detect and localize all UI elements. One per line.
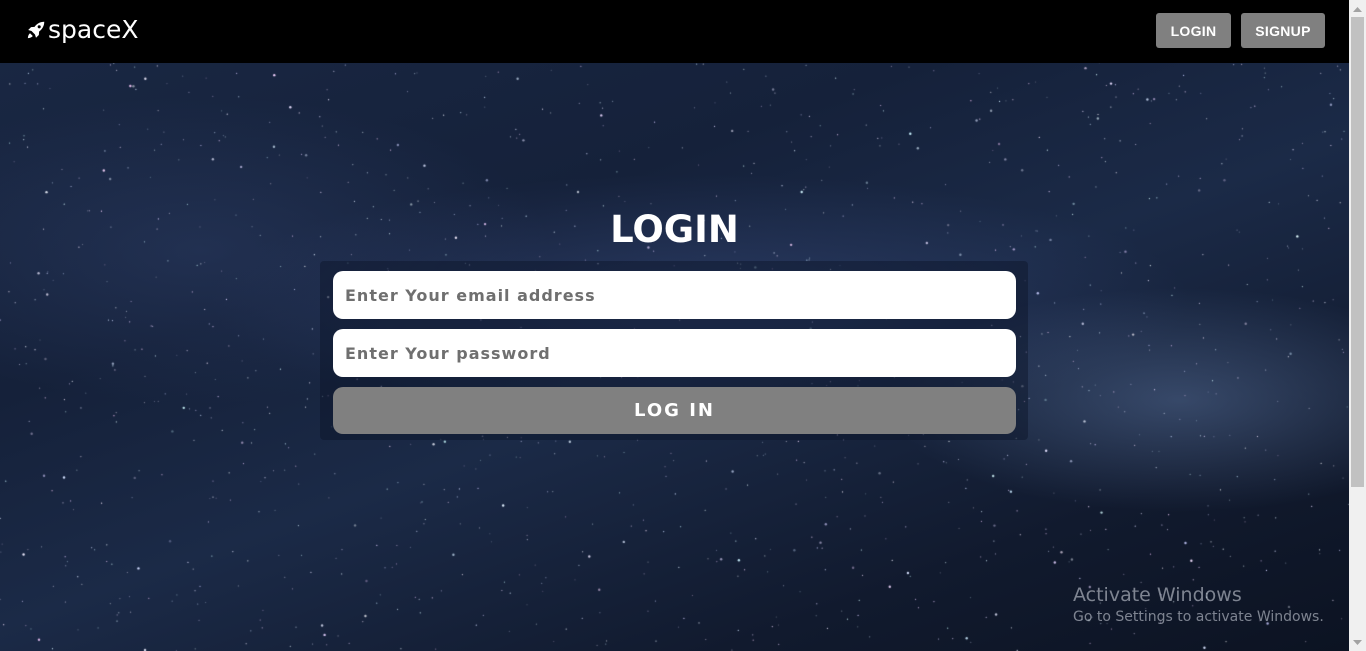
vertical-scrollbar[interactable] — [1349, 0, 1366, 651]
brand-name: spaceX — [48, 15, 139, 44]
nav-signup-button[interactable]: SIGNUP — [1241, 13, 1325, 48]
password-input[interactable] — [333, 329, 1016, 377]
login-title: LOGIN — [610, 208, 739, 251]
windows-activation-watermark: Activate Windows Go to Settings to activ… — [1073, 583, 1324, 627]
scrollbar-thumb[interactable] — [1351, 17, 1364, 487]
email-input[interactable] — [333, 271, 1016, 319]
nav-login-button[interactable]: LOGIN — [1156, 13, 1231, 48]
brand-logo[interactable]: spaceX — [25, 15, 138, 45]
login-submit-button[interactable]: LOG IN — [333, 387, 1016, 434]
navbar: spaceX LOGIN SIGNUP — [0, 0, 1349, 63]
page-background: spaceX LOGIN SIGNUP LOGIN LOG IN Activat… — [0, 0, 1349, 651]
scroll-up-arrow-icon[interactable] — [1349, 0, 1366, 17]
rocket-icon — [27, 21, 45, 39]
watermark-subtitle: Go to Settings to activate Windows. — [1073, 609, 1324, 625]
watermark-title: Activate Windows — [1073, 584, 1242, 606]
scroll-down-arrow-icon[interactable] — [1349, 634, 1366, 651]
